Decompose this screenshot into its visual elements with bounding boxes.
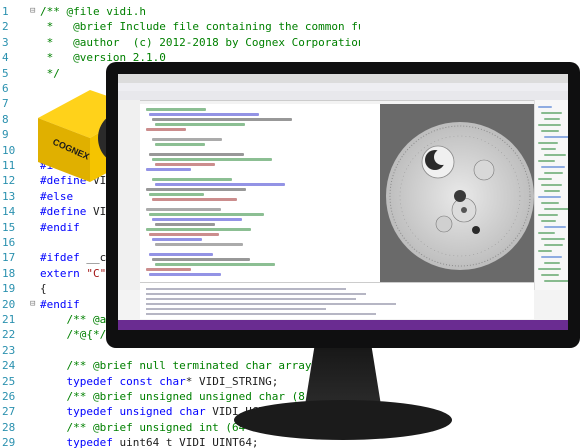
mini-code-line (149, 253, 213, 256)
line-number: 29 (2, 436, 16, 448)
mini-tree-item (544, 208, 568, 210)
mini-code-line (149, 193, 204, 196)
ide-status-bar (118, 320, 568, 330)
code-token: #define (40, 205, 93, 219)
monitor-stand-neck (305, 348, 381, 404)
code-token: #endif (40, 297, 80, 311)
mini-code-line (155, 223, 215, 226)
inspection-image (380, 104, 534, 282)
monitor-stand-base (234, 400, 452, 440)
mini-tree-item (541, 238, 565, 240)
mini-code-line (152, 218, 242, 221)
ide-title-bar (118, 74, 568, 83)
mini-tree-item (538, 214, 558, 216)
mini-code-line (149, 233, 219, 236)
mini-tree-item (538, 124, 561, 126)
mini-tree-item (541, 220, 556, 222)
mini-tree-item (538, 268, 561, 270)
mini-output-line (146, 308, 326, 310)
mini-tree-item (544, 172, 563, 174)
mini-code-line (152, 138, 222, 141)
mini-code-line (146, 268, 191, 271)
mini-code-line (155, 243, 243, 246)
dial-center (454, 190, 466, 202)
code-token: */ (40, 66, 60, 80)
code-token: /*@{*/ (40, 328, 107, 342)
code-token: * @brief Include file containing the com… (40, 20, 360, 34)
mini-tree-item (538, 250, 552, 252)
code-token: #endif (40, 220, 80, 234)
mini-tree-item (544, 190, 560, 192)
mini-code-line (152, 198, 237, 201)
mini-code-line (146, 168, 191, 171)
mini-tree-item (541, 256, 562, 258)
code-token: "C" (86, 266, 107, 280)
mini-code-line (152, 158, 272, 161)
mini-tree-item (541, 184, 562, 186)
mini-tree-item (541, 274, 559, 276)
mini-code-line (146, 208, 221, 211)
code-token: { (40, 282, 47, 296)
mini-tree-item (541, 166, 565, 168)
mini-output-line (146, 288, 346, 290)
code-token: * @author (c) 2012-2018 by Cognex Corpor… (40, 35, 360, 49)
mini-tree-item (544, 226, 566, 228)
mini-tree-item (544, 244, 563, 246)
mini-code-line (146, 228, 251, 231)
mini-output-line (146, 313, 376, 315)
mini-tree-item (538, 232, 555, 234)
mini-tree-item (544, 136, 568, 138)
mini-tree-item (541, 112, 562, 114)
mini-code-line (155, 263, 275, 266)
mini-code-line (149, 213, 264, 216)
monitor-screen (118, 74, 568, 330)
mini-code-line (152, 178, 232, 181)
mini-output-line (146, 293, 366, 295)
mini-code-line (155, 183, 285, 186)
mini-code-line (146, 128, 186, 131)
mini-tree-item (538, 196, 561, 198)
mini-code-line (152, 258, 250, 261)
code-token: /** @ad (40, 313, 113, 326)
mini-tree-item (538, 178, 552, 180)
mini-code-line (152, 238, 202, 241)
ide-output-panel (140, 282, 534, 319)
ide-toolbar (118, 91, 568, 101)
mini-tree-item (541, 130, 559, 132)
mini-tree-item (538, 142, 558, 144)
mini-tree-item (541, 202, 559, 204)
mini-code-line (149, 113, 259, 116)
mini-tree-item (544, 154, 566, 156)
ide-code-editor (140, 104, 380, 282)
monitor (106, 62, 580, 448)
mini-tree-item (544, 280, 568, 282)
sub-dial-1 (473, 159, 495, 181)
code-token: #ifdef (40, 251, 87, 265)
mini-tree-item (538, 106, 552, 108)
ide-left-panel (118, 100, 140, 290)
code-token: extern (40, 266, 87, 280)
mini-output-line (146, 298, 356, 300)
code-token: #else (40, 189, 74, 203)
mini-tree-item (538, 160, 555, 162)
ide-menu-bar (118, 83, 568, 91)
mini-code-line (155, 163, 215, 166)
mini-code-line (149, 153, 244, 156)
code-token: /** @file vidi.h (40, 5, 146, 18)
mini-tree-item (544, 118, 560, 120)
dial-dot (472, 226, 480, 234)
mini-code-line (155, 123, 245, 126)
ide-solution-explorer (534, 100, 568, 290)
monitor-bezel (106, 62, 580, 348)
mini-code-line (149, 273, 221, 276)
mini-code-line (146, 108, 206, 111)
mini-code-line (146, 188, 246, 191)
mini-output-line (146, 303, 396, 305)
mini-code-line (155, 143, 205, 146)
mini-code-line (152, 118, 292, 121)
mini-tree-item (541, 148, 556, 150)
mini-tree-item (544, 262, 560, 264)
